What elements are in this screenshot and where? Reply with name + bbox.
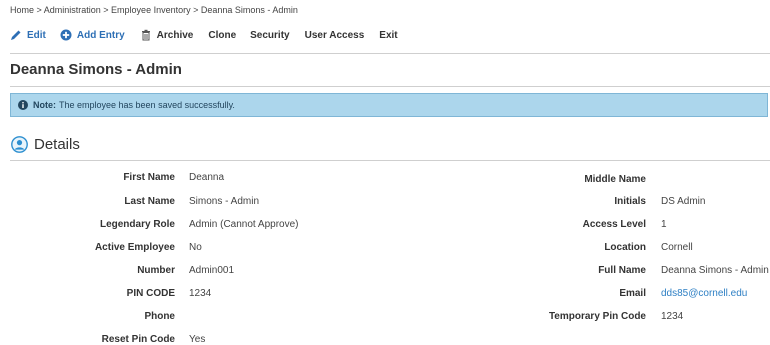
clone-button[interactable]: Clone [208, 30, 236, 41]
info-icon [18, 100, 28, 110]
email-link[interactable]: dds85@cornell.edu [661, 288, 747, 299]
trash-icon [140, 29, 152, 41]
temporary-pin-code-label: Temporary Pin Code [548, 311, 646, 322]
add-entry-button[interactable]: Add Entry [60, 29, 125, 41]
last-name-label: Last Name [124, 196, 175, 207]
first-name-label: First Name [123, 172, 175, 183]
edit-button[interactable]: Edit [10, 29, 46, 41]
user-circle-icon [11, 136, 28, 153]
phone-label: Phone [144, 311, 175, 322]
edit-label: Edit [27, 29, 46, 41]
active-employee-label: Active Employee [94, 242, 175, 253]
access-level-value: 1 [661, 219, 667, 230]
full-name-value: Deanna Simons - Admin [661, 265, 769, 276]
first-name-value: Deanna [189, 172, 225, 183]
pin-code-label: PIN CODE [126, 288, 175, 299]
full-name-label: Full Name [598, 265, 646, 276]
last-name-value: Simons - Admin [189, 196, 260, 207]
active-employee-value: No [189, 242, 202, 253]
temporary-pin-code-value: 1234 [661, 311, 684, 322]
number-label: Number [137, 265, 175, 276]
archive-button[interactable]: Archive [140, 29, 194, 41]
legendary-role-label: Legendary Role [99, 219, 175, 230]
exit-button[interactable]: Exit [379, 30, 397, 41]
location-label: Location [604, 242, 646, 253]
toolbar: Edit Add Entry Archive Clone Security Us… [10, 28, 398, 42]
details-section-header: Details [11, 136, 80, 153]
email-label: Email [619, 288, 646, 299]
divider [10, 86, 770, 87]
access-level-label: Access Level [582, 219, 646, 230]
divider [10, 160, 770, 161]
success-alert: Note: The employee has been saved succes… [10, 93, 768, 117]
user-access-button[interactable]: User Access [305, 30, 365, 41]
location-value: Cornell [661, 242, 693, 253]
initials-value: DS Admin [661, 196, 706, 207]
divider [10, 53, 770, 54]
initials-label: Initials [614, 196, 646, 207]
legendary-role-value: Admin (Cannot Approve) [189, 219, 299, 230]
section-title: Details [34, 136, 80, 153]
breadcrumb[interactable]: Home > Administration > Employee Invento… [10, 5, 298, 15]
pencil-icon [10, 29, 22, 41]
security-button[interactable]: Security [250, 30, 289, 41]
alert-label: Note: [33, 100, 56, 110]
reset-pin-code-value: Yes [189, 334, 206, 345]
number-value: Admin001 [189, 265, 235, 276]
pin-code-value: 1234 [189, 288, 212, 299]
add-entry-label: Add Entry [76, 29, 125, 41]
reset-pin-code-label: Reset Pin Code [101, 334, 175, 345]
page-title: Deanna Simons - Admin [10, 61, 182, 78]
plus-circle-icon [60, 29, 72, 41]
alert-message: The employee has been saved successfully… [59, 100, 235, 110]
archive-label: Archive [156, 29, 194, 41]
middle-name-label: Middle Name [584, 174, 646, 185]
